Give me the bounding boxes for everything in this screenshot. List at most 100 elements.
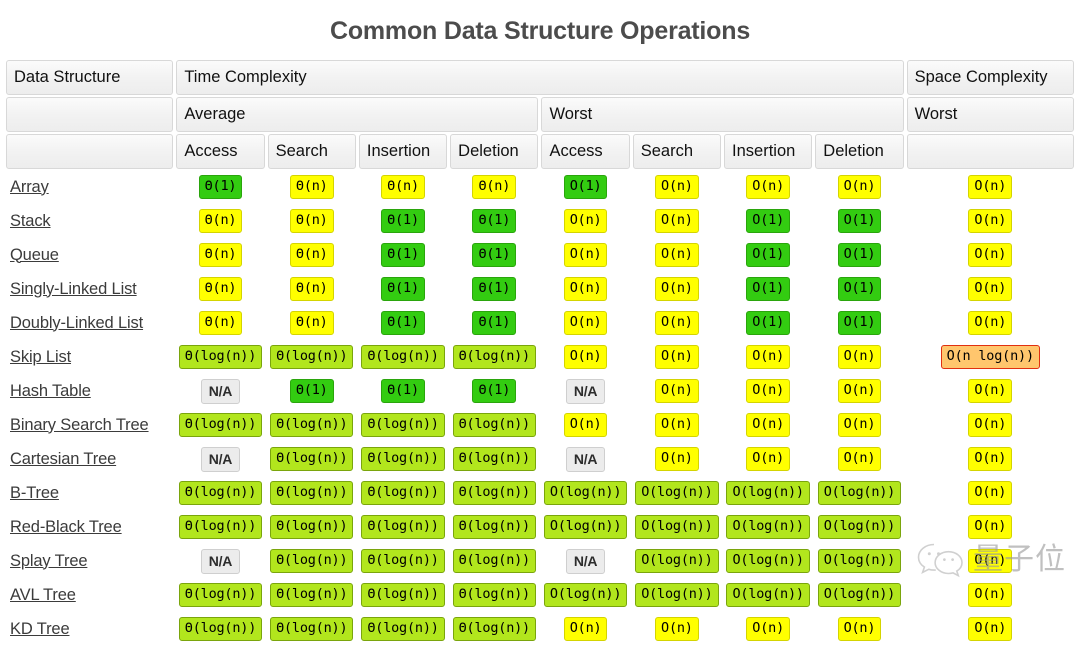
row-label-array[interactable]: Array — [6, 171, 173, 203]
complexity-cell: O(n) — [633, 613, 721, 645]
complexity-cell: O(n) — [907, 511, 1074, 543]
complexity-badge: O(n) — [655, 378, 699, 404]
complexity-cell: Θ(log(n)) — [359, 545, 447, 577]
complexity-cell: O(n) — [907, 409, 1074, 441]
complexity-badge: Θ(1) — [472, 378, 517, 404]
header-avg-access: Access — [176, 134, 265, 169]
table-row: Array Θ(1) Θ(n) Θ(n) Θ(n) O(1) O(n) O(n) O(n) O(n… — [6, 171, 1074, 203]
header-row-operation: Access Search Insertion Deletion Access … — [6, 134, 1074, 169]
row-label-b-tree[interactable]: B-Tree — [6, 477, 173, 509]
row-label-stack[interactable]: Stack — [6, 205, 173, 237]
complexity-badge: Θ(log(n)) — [361, 480, 445, 506]
complexity-cell: Θ(log(n)) — [450, 409, 538, 441]
row-label-avl-tree[interactable]: AVL Tree — [6, 579, 173, 611]
header-avg-insertion: Insertion — [358, 134, 448, 169]
complexity-badge: O(1) — [837, 310, 882, 336]
complexity-cell: O(n) — [541, 239, 629, 271]
complexity-cell: Θ(n) — [176, 307, 264, 339]
table-body: Array Θ(1) Θ(n) Θ(n) Θ(n) O(1) O(n) O(n) O(n) O(n… — [6, 171, 1074, 645]
header-data-structure: Data Structure — [6, 60, 174, 95]
row-label-splay-tree[interactable]: Splay Tree — [6, 545, 173, 577]
complexity-badge: O(n) — [746, 174, 791, 200]
row-label-red-black-tree[interactable]: Red-Black Tree — [6, 511, 173, 543]
complexity-badge: O(log(n)) — [635, 582, 719, 608]
complexity-cell: Θ(1) — [359, 205, 447, 237]
complexity-badge: O(log(n)) — [635, 480, 719, 506]
complexity-cell: O(log(n)) — [724, 545, 812, 577]
complexity-badge: O(n) — [968, 582, 1013, 608]
complexity-cell: Θ(1) — [359, 307, 447, 339]
complexity-cell: O(n) — [724, 341, 812, 373]
complexity-badge: Θ(log(n)) — [452, 344, 536, 370]
complexity-cell: Θ(log(n)) — [450, 341, 538, 373]
complexity-badge: O(log(n)) — [726, 548, 810, 574]
complexity-badge: Θ(log(n)) — [361, 616, 445, 642]
complexity-cell: O(n) — [815, 341, 903, 373]
complexity-cell: O(n) — [724, 409, 812, 441]
complexity-badge: Θ(log(n)) — [452, 446, 536, 472]
complexity-badge: O(log(n)) — [817, 548, 902, 574]
complexity-badge: Θ(n) — [198, 276, 243, 302]
complexity-cell: Θ(log(n)) — [176, 341, 264, 373]
complexity-cell: O(n) — [815, 375, 903, 407]
complexity-cell: Θ(1) — [359, 273, 447, 305]
row-label-queue[interactable]: Queue — [6, 239, 173, 271]
complexity-cell: Θ(n) — [268, 239, 356, 271]
row-label-cartesian-tree[interactable]: Cartesian Tree — [6, 443, 173, 475]
row-label-doubly-linked-list[interactable]: Doubly-Linked List — [6, 307, 173, 339]
complexity-badge: O(n) — [837, 378, 882, 404]
complexity-cell: Θ(n) — [268, 205, 356, 237]
complexity-badge: Θ(log(n)) — [270, 514, 354, 540]
header-blank-2 — [6, 134, 174, 169]
complexity-cell: Θ(log(n)) — [450, 477, 538, 509]
complexity-cell: Θ(log(n)) — [450, 443, 538, 475]
complexity-cell: O(log(n)) — [815, 477, 903, 509]
complexity-badge: Θ(log(n)) — [270, 548, 354, 574]
complexity-cell: O(n) — [724, 613, 812, 645]
complexity-badge: O(log(n)) — [726, 514, 810, 540]
complexity-badge: O(n) — [655, 446, 699, 472]
row-label-binary-search-tree[interactable]: Binary Search Tree — [6, 409, 173, 441]
complexity-badge: Θ(log(n)) — [361, 344, 445, 370]
complexity-badge: O(1) — [837, 276, 882, 302]
complexity-badge: O(n) — [746, 344, 791, 370]
row-label-singly-linked-list[interactable]: Singly-Linked List — [6, 273, 173, 305]
complexity-cell: O(n) — [633, 307, 721, 339]
complexity-cell: O(n) — [633, 341, 721, 373]
table-row: Doubly-Linked List Θ(n) Θ(n) Θ(1) Θ(1) O(n) O(… — [6, 307, 1074, 339]
complexity-cell: Θ(1) — [450, 307, 538, 339]
complexity-cell: O(n) — [907, 239, 1074, 271]
complexity-table: Data Structure Time Complexity Space Com… — [3, 58, 1077, 647]
complexity-badge: O(1) — [837, 242, 882, 268]
complexity-badge: Θ(log(n)) — [270, 344, 354, 370]
complexity-cell: N/A — [176, 443, 264, 475]
complexity-cell: O(log(n)) — [724, 511, 812, 543]
row-label-skip-list[interactable]: Skip List — [6, 341, 173, 373]
complexity-cell: O(n) — [907, 375, 1074, 407]
complexity-badge: O(1) — [746, 276, 791, 302]
complexity-cell: O(n) — [907, 545, 1074, 577]
complexity-cell: Θ(log(n)) — [176, 613, 264, 645]
complexity-badge: O(n) — [563, 208, 608, 234]
complexity-cell: Θ(log(n)) — [359, 511, 447, 543]
complexity-cell: O(log(n)) — [633, 477, 721, 509]
complexity-badge: O(n) — [746, 616, 791, 642]
complexity-cell: O(n) — [724, 375, 812, 407]
header-space-worst: Worst — [906, 97, 1074, 132]
table-row: B-Tree Θ(log(n)) Θ(log(n)) Θ(log(n)) Θ(log(n… — [6, 477, 1074, 509]
complexity-cell: Θ(1) — [268, 375, 356, 407]
complexity-badge: O(1) — [746, 310, 791, 336]
complexity-badge: Θ(log(n)) — [452, 616, 536, 642]
row-label-kd-tree[interactable]: KD Tree — [6, 613, 173, 645]
complexity-cell: O(n) — [633, 443, 721, 475]
complexity-badge: O(log(n)) — [817, 480, 902, 506]
complexity-badge: Θ(1) — [472, 276, 517, 302]
complexity-cell: O(log(n)) — [724, 579, 812, 611]
complexity-cell: Θ(log(n)) — [359, 477, 447, 509]
row-label-hash-table[interactable]: Hash Table — [6, 375, 173, 407]
complexity-badge: O(n) — [563, 242, 608, 268]
complexity-badge: Θ(n) — [381, 174, 425, 200]
header-row-category: Data Structure Time Complexity Space Com… — [6, 60, 1074, 95]
complexity-badge: O(n) — [563, 310, 608, 336]
complexity-cell: O(n) — [815, 443, 903, 475]
